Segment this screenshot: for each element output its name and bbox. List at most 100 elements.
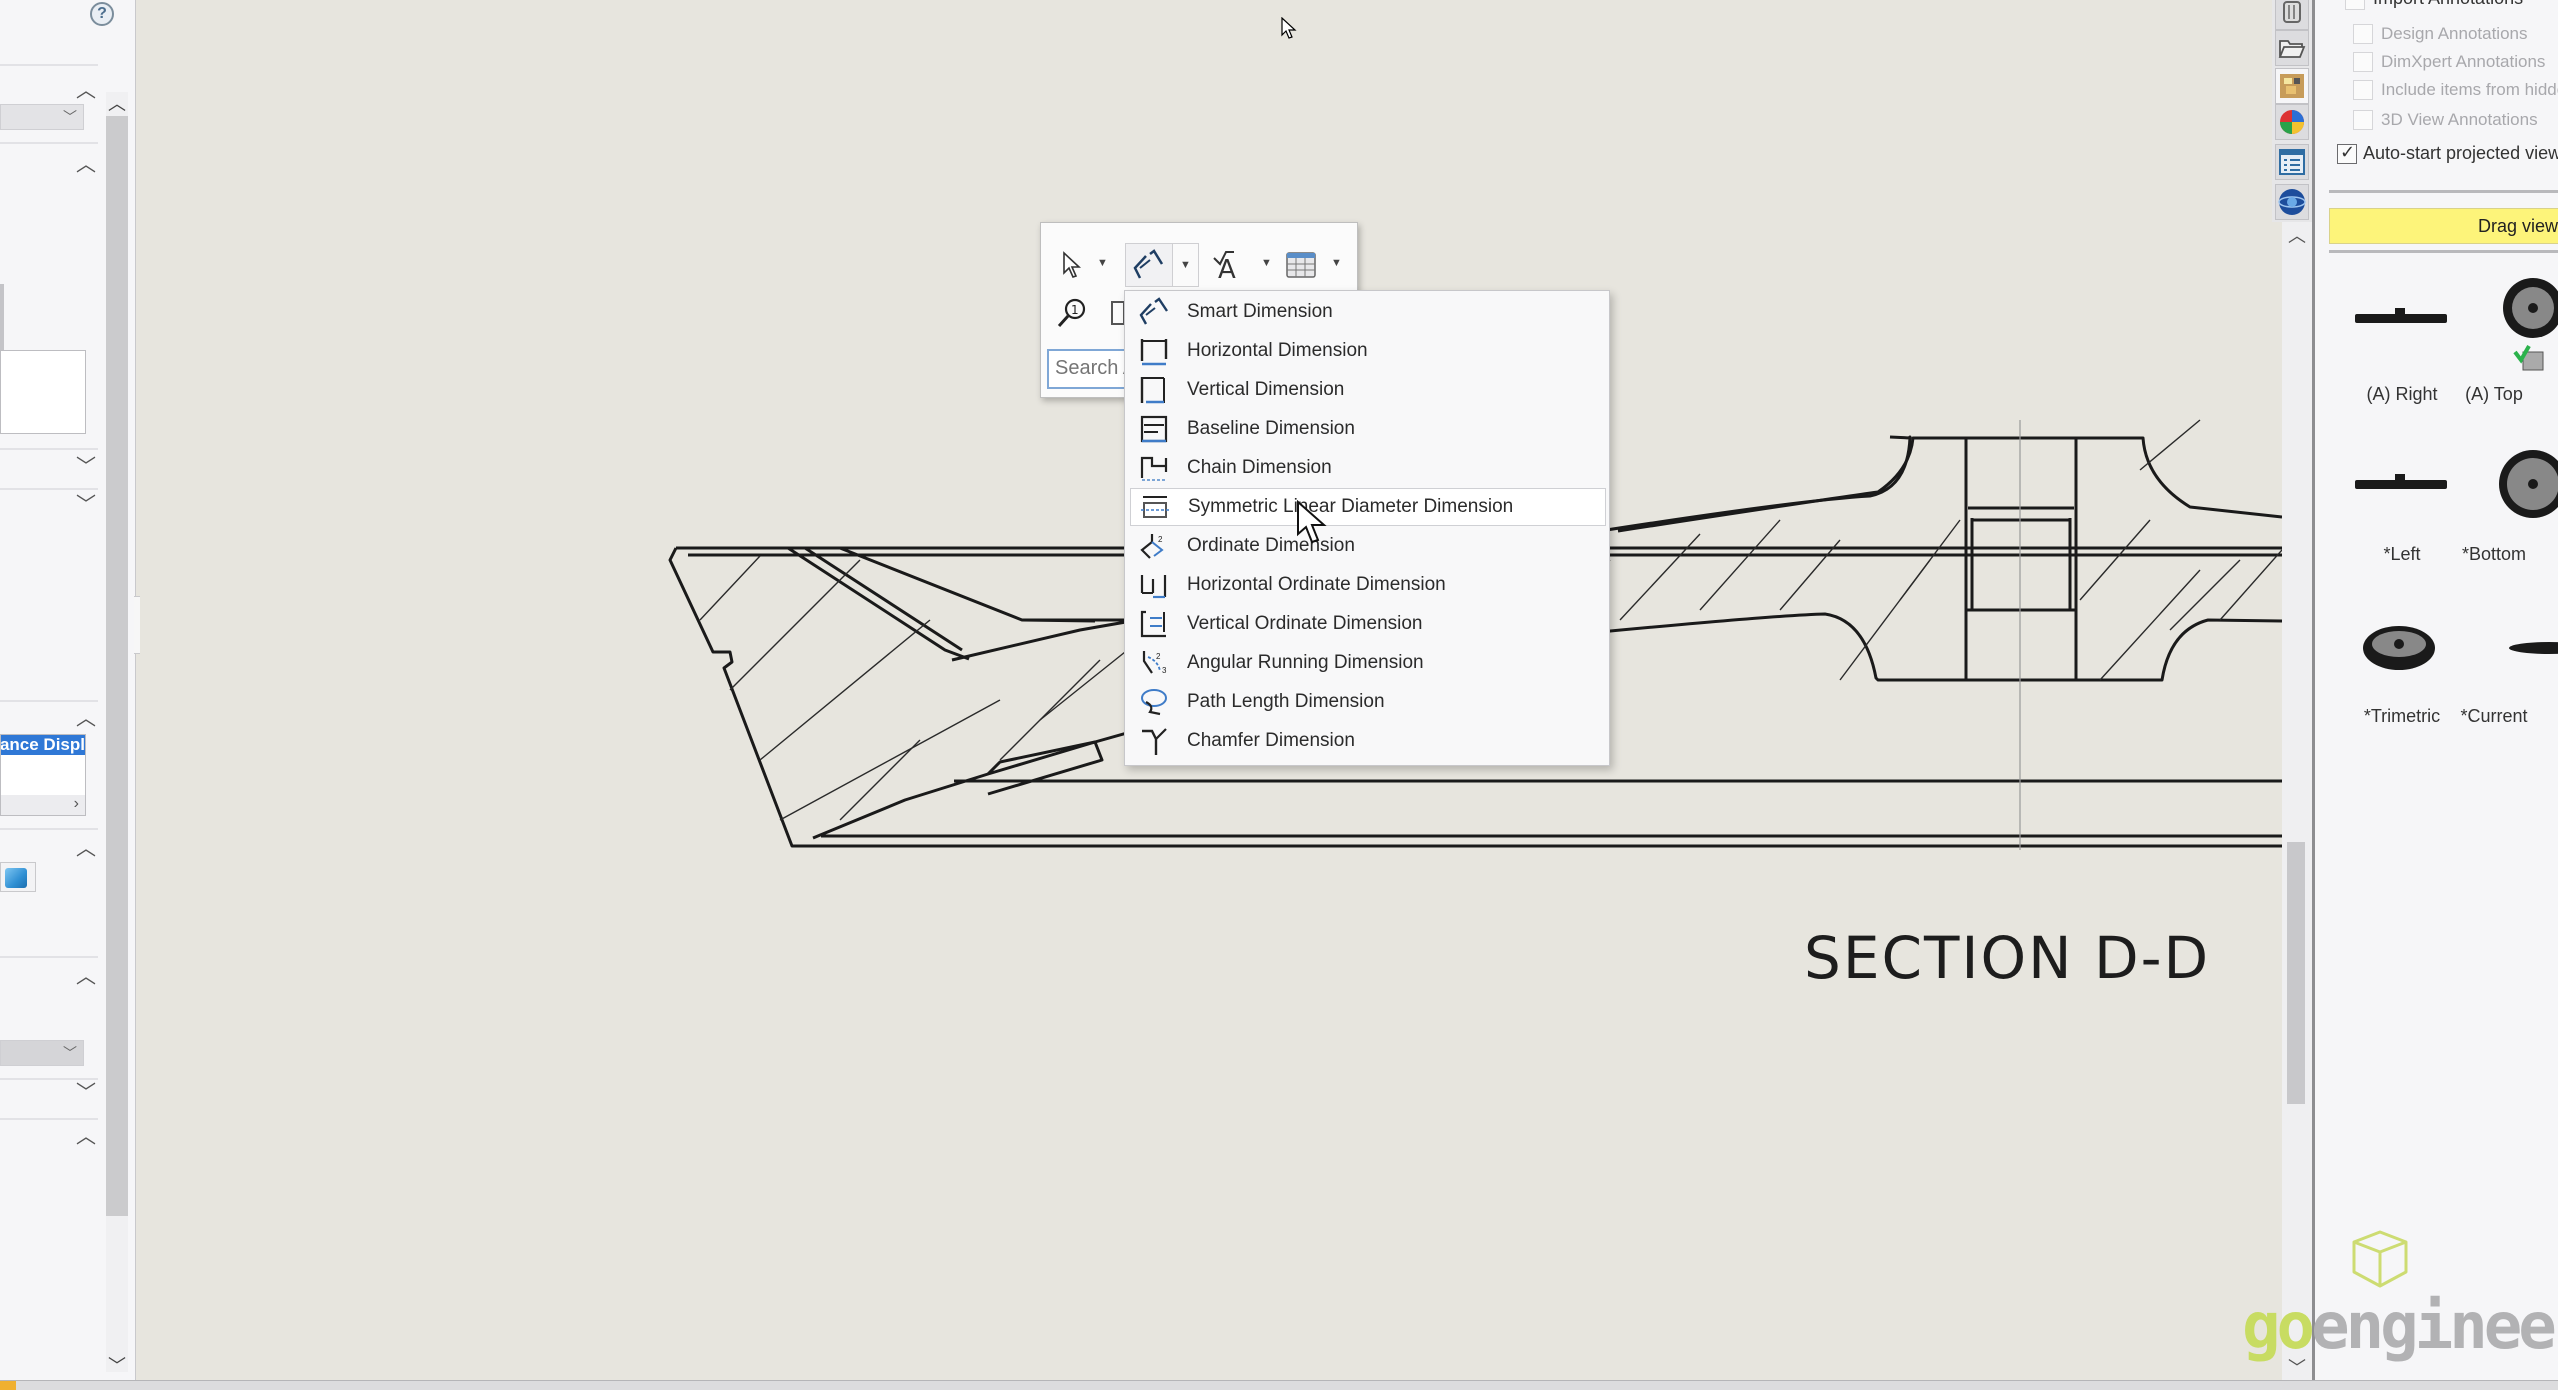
scroll-right-icon[interactable]: ›	[74, 795, 79, 813]
3d-view-annotations-checkbox[interactable]	[2353, 110, 2373, 130]
include-hidden-items-checkbox[interactable]	[2353, 80, 2373, 100]
auto-start-label: Auto-start projected view	[2363, 143, 2558, 163]
option-label: Include items from hidden features	[2381, 80, 2558, 99]
menu-item-horizontal-ordinate-dimension[interactable]: Horizontal Ordinate Dimension	[1130, 566, 1606, 604]
divider	[2329, 250, 2558, 253]
divider	[0, 64, 98, 66]
view-tile-top[interactable]: (A) Top	[2465, 266, 2558, 416]
note-dropdown-caret-icon[interactable]: ▼	[1261, 257, 1272, 269]
horizontal-ordinate-icon	[1137, 568, 1171, 602]
balloon-button[interactable]: 1	[1053, 291, 1091, 335]
menu-item-path-length-dimension[interactable]: Path Length Dimension	[1130, 683, 1606, 721]
menu-item-chain-dimension[interactable]: Chain Dimension	[1130, 449, 1606, 487]
auto-start-projected-view-checkbox[interactable]	[2337, 142, 2357, 164]
task-tab-view-palette[interactable]	[2275, 68, 2309, 104]
task-tab-solidworks-forum[interactable]	[2275, 184, 2309, 220]
expand-chevron-down-icon[interactable]: ﹀	[76, 495, 96, 515]
scroll-up-icon[interactable]: ︿	[106, 90, 128, 116]
menu-item-vertical-dimension[interactable]: Vertical Dimension	[1130, 371, 1606, 409]
collapse-chevron-up-icon[interactable]: ︿	[76, 1127, 96, 1147]
left-panel-scrollbar[interactable]: ︿ ﹀	[106, 90, 128, 1376]
scrollbar-thumb[interactable]	[2287, 842, 2305, 1104]
view-palette-icon	[2280, 74, 2304, 98]
chamfer-dimension-icon	[1137, 724, 1171, 758]
dropdown-caret-icon: ▼	[1180, 259, 1191, 271]
dimension-dropdown-button[interactable]: ▼	[1173, 243, 1199, 287]
canvas-vertical-scrollbar[interactable]: ︿ ﹀	[2282, 222, 2312, 1382]
status-icon	[0, 1381, 16, 1390]
hatch-line	[699, 555, 761, 621]
view-thumbnail-flat	[2509, 642, 2558, 654]
mouse-cursor-icon	[1297, 500, 1327, 544]
collapse-chevron-up-icon[interactable]: ︿	[76, 81, 96, 101]
hub-top-curve	[1599, 435, 1912, 533]
collapse-chevron-up-icon[interactable]: ︿	[76, 709, 96, 729]
menu-item-smart-dimension[interactable]: Smart Dimension	[1130, 293, 1606, 331]
selected-list-item[interactable]: Appearance Displ	[1, 735, 85, 755]
help-icon[interactable]: ?	[90, 2, 114, 26]
hatch-line	[1699, 519, 1781, 611]
divider	[0, 700, 98, 702]
button-edge[interactable]	[0, 284, 4, 354]
divider	[0, 488, 98, 490]
import-annotations-checkbox[interactable]	[2345, 0, 2365, 10]
menu-item-baseline-dimension[interactable]: Baseline Dimension	[1130, 410, 1606, 448]
table-dropdown-caret-icon[interactable]: ▼	[1331, 257, 1342, 269]
view-thumbnail-disc	[2499, 450, 2558, 518]
display-list-box[interactable]: Appearance Displ ›	[0, 734, 86, 816]
appearances-ball-icon	[2280, 110, 2304, 134]
view-cube-button[interactable]	[0, 862, 36, 892]
divider	[0, 1118, 98, 1120]
scrollbar-thumb[interactable]	[106, 116, 128, 1216]
expand-chevron-down-icon[interactable]: ﹀	[76, 457, 96, 477]
view-thumbnail-flat	[2355, 474, 2447, 489]
option-label: Design Annotations	[2381, 24, 2528, 43]
list-box[interactable]	[0, 350, 86, 434]
dropdown-select[interactable]: ﹀	[0, 104, 84, 130]
section-view-label[interactable]: SECTION D-D	[1804, 924, 2210, 992]
menu-item-ordinate-dimension[interactable]: 2 Ordinate Dimension	[1130, 527, 1606, 565]
view-label: *Current	[2460, 706, 2528, 726]
note-text-icon: A	[1213, 251, 1236, 282]
view-tile-current[interactable]: *Current	[2460, 594, 2558, 744]
task-tab-custom-properties[interactable]	[2275, 144, 2309, 180]
select-dropdown-caret-icon[interactable]: ▼	[1097, 257, 1108, 269]
divider	[0, 956, 98, 958]
cube-icon	[5, 868, 27, 888]
dimxpert-annotations-checkbox[interactable]	[2353, 52, 2373, 72]
task-tab-3d-content-central[interactable]	[2275, 0, 2309, 30]
horizontal-scrollbar[interactable]: ›	[1, 795, 85, 815]
hatch-line	[2099, 569, 2201, 681]
view-tile-bottom[interactable]: *Bottom	[2462, 430, 2558, 580]
task-tab-appearances[interactable]	[2275, 104, 2309, 140]
menu-item-symmetric-linear-diameter-dimension[interactable]: Symmetric Linear Diameter Dimension	[1130, 488, 1606, 526]
smart-dimension-button[interactable]	[1125, 243, 1173, 287]
menu-item-vertical-ordinate-dimension[interactable]: Vertical Ordinate Dimension	[1130, 605, 1606, 643]
drag-views-banner: Drag views onto drawing sheet	[2329, 208, 2558, 244]
hub-bottom-curve	[1599, 612, 2282, 682]
magnifier-balloon-icon: 1	[1057, 298, 1086, 328]
divider	[0, 1078, 98, 1080]
design-annotations-checkbox[interactable]	[2353, 24, 2373, 44]
table-button[interactable]	[1281, 243, 1321, 287]
symmetric-linear-diameter-icon	[1138, 490, 1172, 524]
annotation-note-button[interactable]: A	[1209, 243, 1249, 287]
import-annotations-label: Import Annotations	[2373, 0, 2523, 9]
chamfer-groove-3	[839, 546, 1096, 623]
select-tool-button[interactable]	[1055, 243, 1089, 287]
collapse-chevron-up-icon[interactable]: ︿	[76, 839, 96, 859]
expand-chevron-down-icon[interactable]: ﹀	[76, 1083, 96, 1103]
cube-logo-icon	[2352, 1230, 2408, 1288]
dropdown-select[interactable]: ﹀	[0, 1040, 84, 1066]
globe-icon	[2278, 189, 2306, 215]
horizontal-dimension-icon	[1137, 334, 1171, 368]
task-tab-file-explorer[interactable]	[2275, 30, 2309, 66]
menu-item-chamfer-dimension[interactable]: Chamfer Dimension	[1130, 722, 1606, 760]
collapse-chevron-up-icon[interactable]: ︿	[76, 967, 96, 987]
menu-item-angular-running-dimension[interactable]: 23 Angular Running Dimension	[1130, 644, 1606, 682]
scroll-down-icon[interactable]: ﹀	[106, 1352, 128, 1378]
svg-text:2: 2	[1158, 535, 1163, 544]
menu-item-horizontal-dimension[interactable]: Horizontal Dimension	[1130, 332, 1606, 370]
collapse-chevron-up-icon[interactable]: ︿	[76, 155, 96, 175]
scroll-up-icon[interactable]: ︿	[2282, 222, 2312, 248]
